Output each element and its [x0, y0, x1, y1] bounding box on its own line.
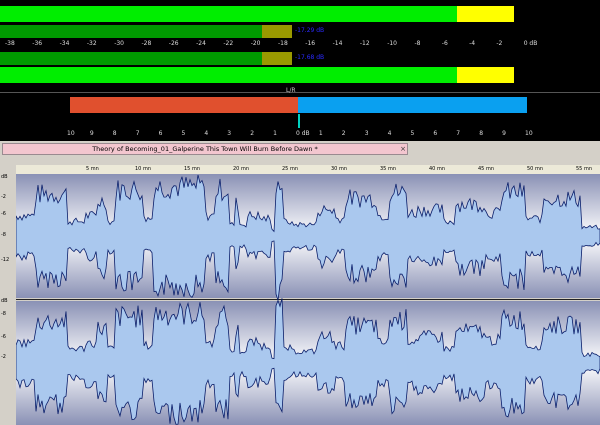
- phase-scale-label: 3: [227, 130, 232, 137]
- level-axis-label: -8: [1, 232, 6, 238]
- level-axis-label: -2: [1, 194, 6, 200]
- peak-scale-label: -36: [32, 40, 43, 47]
- ruler-label: 25 mn: [282, 166, 298, 172]
- peak-scale-label: -22: [223, 40, 234, 47]
- peak-scale-label: -32: [86, 40, 97, 47]
- phase-scale-label: 8: [479, 130, 484, 137]
- left-level-readout: -17.29 dB: [295, 27, 325, 34]
- peak-bar-left-yellow: [457, 6, 514, 22]
- ruler-label: 40 mn: [429, 166, 445, 172]
- peak-scale-label: -30: [114, 40, 124, 47]
- document-tab[interactable]: Theory of Becoming_01_Galperine This Tow…: [2, 143, 408, 155]
- peak-scale-label: -12: [359, 40, 370, 47]
- channel-top-db-label: dB: [1, 174, 8, 180]
- ruler-label: 20 mn: [233, 166, 249, 172]
- phase-scale-label: 7: [456, 130, 461, 137]
- phase-scale-label: 10: [67, 130, 75, 137]
- level-axis-label: -12: [1, 257, 10, 263]
- rms-bar-right: [0, 52, 262, 65]
- phase-scale-label: 6: [433, 130, 438, 137]
- ruler-label: 10 mn: [135, 166, 151, 172]
- peak-scale-label: -26: [168, 40, 179, 47]
- peak-bar-right-yellow: [457, 67, 514, 83]
- rms-bar-left: [0, 25, 262, 38]
- peak-bar-right-green: [0, 67, 457, 83]
- phase-scale-label: 7: [135, 130, 140, 137]
- peak-scale-label: -18: [278, 40, 288, 47]
- phase-scale-label: 4: [204, 130, 209, 137]
- phase-scale-label: 2: [250, 130, 255, 137]
- peak-scale: -38 -36 -34 -32 -30 -28 -26 -24 -22 -20 -18 -16 -14 -…: [0, 39, 600, 49]
- phase-scale-label: 9: [502, 130, 506, 137]
- peak-scale-label: -38: [5, 40, 15, 47]
- phase-scale-label: 9: [89, 130, 94, 137]
- phase-scale-label: 10: [525, 130, 533, 137]
- phase-scale-label: 6: [158, 130, 163, 137]
- phase-scale-label: 1: [318, 130, 323, 137]
- phase-right-bar: [298, 97, 527, 113]
- ruler-label: 35 mn: [380, 166, 396, 172]
- phase-meter: L/R 10 9 8 7 6 5 4 3 2 1 0 dB 1 2 3 4 5 6 7 8 9 10: [0, 86, 600, 141]
- rms-hold-left: [262, 25, 292, 38]
- peak-scale-label: -4: [469, 40, 476, 47]
- peak-scale-label: -34: [59, 40, 70, 47]
- level-axis-label: -2: [1, 354, 6, 360]
- phase-scale-label: 5: [410, 130, 415, 137]
- lr-marker: L/R: [286, 87, 296, 94]
- peak-bar-left-green: [0, 6, 457, 22]
- close-icon[interactable]: ×: [400, 144, 406, 154]
- peak-scale-label: -8: [414, 40, 421, 47]
- ruler-label: 45 mn: [478, 166, 494, 172]
- peak-scale-label: -24: [196, 40, 206, 47]
- peak-scale-label: -14: [332, 40, 343, 47]
- ruler-label: 5 mn: [86, 166, 99, 172]
- waveform-display[interactable]: [16, 174, 600, 425]
- phase-cursor[interactable]: [298, 114, 300, 128]
- phase-top-line: [0, 92, 600, 93]
- peak-scale-label: -10: [387, 40, 397, 47]
- peak-scale-label: -16: [305, 40, 316, 47]
- phase-scale-label: 5: [181, 130, 186, 137]
- phase-scale-label: 4: [387, 130, 392, 137]
- phase-scale-label: 3: [364, 130, 369, 137]
- phase-scale-label: 8: [112, 130, 117, 137]
- level-axis-label: -6: [1, 211, 6, 217]
- phase-scale-label: 0 dB: [296, 130, 310, 137]
- level-axis-label: -6: [1, 334, 6, 340]
- ruler-label: 30 mn: [331, 166, 347, 172]
- phase-scale-label: 1: [273, 130, 277, 137]
- level-axis-label: -8: [1, 311, 6, 317]
- peak-scale-label: 0 dB: [523, 40, 538, 47]
- phase-scale: 10 9 8 7 6 5 4 3 2 1 0 dB 1 2 3 4 5 6 7 8 9 10: [0, 130, 600, 140]
- phase-scale-label: 2: [341, 130, 346, 137]
- peak-meter: -17.29 dB -38 -36 -34 -32 -30 -28 -26 -24 -22 -20…: [0, 0, 600, 86]
- peak-scale-label: -2: [496, 40, 503, 47]
- right-level-readout: -17.68 dB: [295, 54, 325, 61]
- phase-left-bar: [70, 97, 298, 113]
- channel-bottom-db-label: dB: [1, 298, 8, 304]
- ruler-label: 50 mn: [527, 166, 543, 172]
- peak-scale-label: -28: [141, 40, 152, 47]
- ruler-label: 55 mn: [576, 166, 592, 172]
- rms-hold-right: [262, 52, 292, 65]
- ruler-label: 15 mn: [184, 166, 200, 172]
- document-tab-title: Theory of Becoming_01_Galperine This Tow…: [92, 145, 318, 153]
- peak-scale-label: -20: [250, 40, 261, 47]
- time-ruler[interactable]: [16, 165, 600, 174]
- peak-scale-label: -6: [441, 40, 448, 47]
